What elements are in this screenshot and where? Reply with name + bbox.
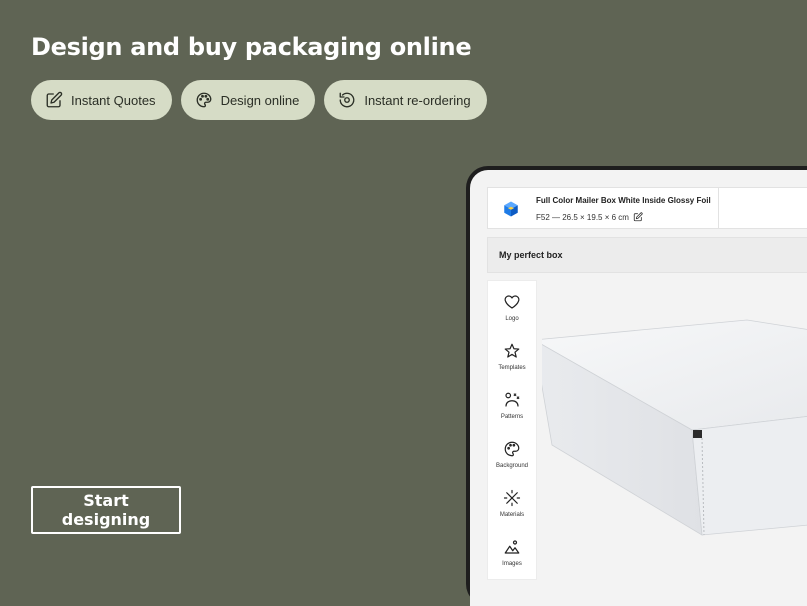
tool-label: Templates xyxy=(498,365,526,371)
box-cube-icon xyxy=(504,201,518,217)
design-name-bar[interactable]: My perfect box xyxy=(487,237,807,273)
design-canvas[interactable] xyxy=(532,280,807,580)
edit-icon[interactable] xyxy=(633,212,643,222)
header-extension xyxy=(719,187,807,229)
edit-icon xyxy=(46,91,63,108)
tablet-mockup: Full Color Mailer Box White Inside Gloss… xyxy=(466,166,807,606)
tool-patterns[interactable]: Patterns xyxy=(488,385,536,431)
chip-instant-reordering[interactable]: Instant re-ordering xyxy=(324,80,487,120)
chip-design-online[interactable]: Design online xyxy=(180,80,316,120)
product-title: Full Color Mailer Box White Inside Gloss… xyxy=(536,196,711,205)
feature-chips: Instant Quotes Design online Instant re-… xyxy=(31,80,487,120)
palette-icon xyxy=(504,441,520,457)
tool-templates[interactable]: Templates xyxy=(488,336,536,382)
tool-label: Background xyxy=(495,463,529,469)
page-title: Design and buy packaging online xyxy=(31,33,472,61)
editor-screen: Full Color Mailer Box White Inside Gloss… xyxy=(470,170,807,606)
chip-label: Instant Quotes xyxy=(71,92,156,108)
reorder-icon xyxy=(339,92,355,108)
product-spec: F52 — 26.5 × 19.5 × 6 cm xyxy=(536,212,629,222)
tool-images[interactable]: Images xyxy=(488,532,536,578)
chip-instant-quotes[interactable]: Instant Quotes xyxy=(31,80,172,120)
design-name: My perfect box xyxy=(499,250,563,260)
tool-label: Logo xyxy=(505,316,519,322)
star-icon xyxy=(504,343,520,358)
product-header: Full Color Mailer Box White Inside Gloss… xyxy=(487,187,807,229)
tool-label: Images xyxy=(502,561,522,567)
tool-materials[interactable]: Materials xyxy=(488,483,536,529)
heart-icon xyxy=(504,295,520,309)
tool-sidebar: Logo Templates Patterns Background Mater… xyxy=(487,280,537,580)
image-icon xyxy=(504,540,520,554)
patterns-icon xyxy=(505,392,520,407)
palette-icon xyxy=(196,92,211,108)
product-spec-row: F52 — 26.5 × 19.5 × 6 cm xyxy=(536,212,643,222)
mailer-box-preview xyxy=(532,319,807,536)
tool-logo[interactable]: Logo xyxy=(488,287,536,333)
tool-label: Patterns xyxy=(500,414,524,420)
materials-icon xyxy=(503,489,521,507)
start-designing-button[interactable]: Start designing xyxy=(31,486,181,534)
chip-label: Design online xyxy=(220,92,300,108)
tool-background[interactable]: Background xyxy=(488,434,536,480)
tool-label: Materials xyxy=(499,512,525,518)
chip-label: Instant re-ordering xyxy=(364,92,471,108)
